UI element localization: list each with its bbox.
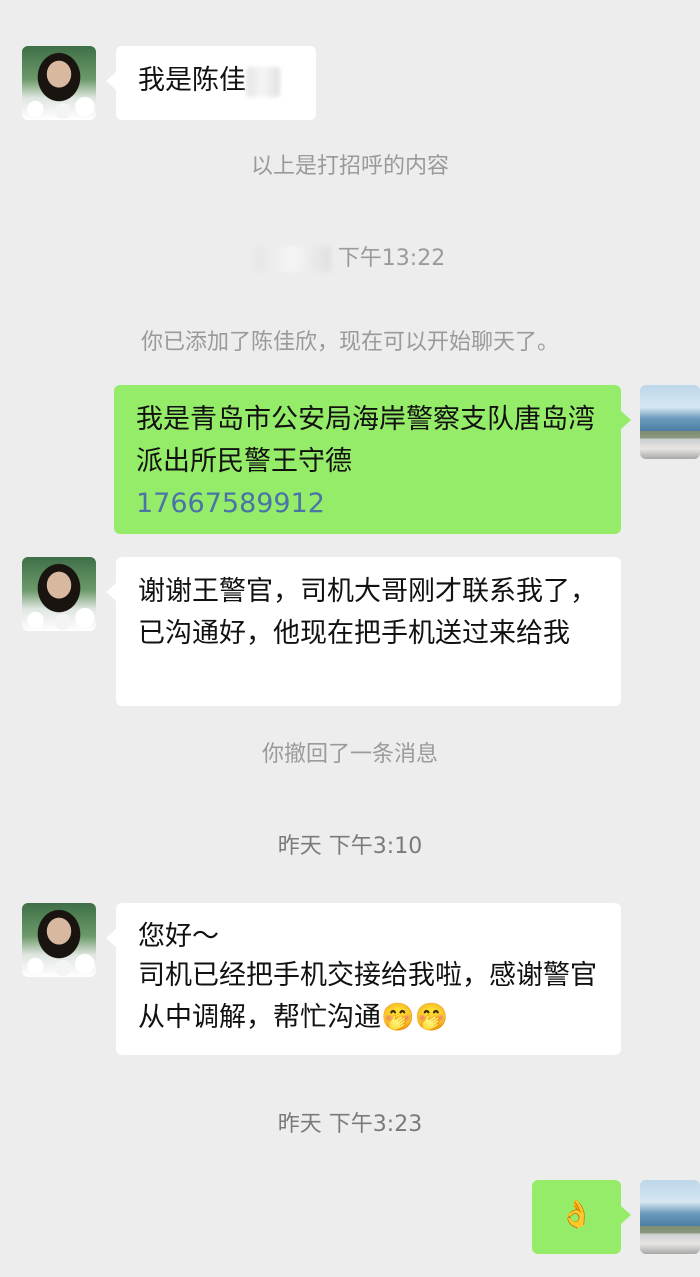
message-text-line2: 司机已经把手机交接给我啦，感谢警官从中调解，帮忙沟通 <box>138 960 597 1033</box>
timestamp: 昨天 下午3:23 <box>277 1112 423 1137</box>
ok-hand-icon: 👌 <box>559 1199 594 1230</box>
message-bubble-sent[interactable]: 👌 <box>532 1180 631 1254</box>
timestamp: 昨天 下午3:10 <box>277 834 423 859</box>
message-bubble-sent[interactable]: 我是青岛市公安局海岸警察支队唐岛湾派出所民警王守德 17667589912 <box>114 385 631 534</box>
message-bubble-received[interactable]: 我是陈佳 <box>106 46 316 120</box>
face-with-hand-over-mouth-icon: 🤭🤭 <box>381 1002 449 1033</box>
system-note-greeting: 以上是打招呼的内容 <box>250 154 449 179</box>
message-text: 谢谢王警官，司机大哥刚才联系我了，已沟通好，他现在把手机送过来给我 <box>138 576 597 649</box>
self-avatar[interactable] <box>640 1180 700 1254</box>
message-text-line1: 您好～ <box>138 921 219 952</box>
redacted-text <box>254 246 331 272</box>
message-bubble-received[interactable]: 谢谢王警官，司机大哥刚才联系我了，已沟通好，他现在把手机送过来给我 <box>106 557 621 706</box>
contact-avatar[interactable] <box>22 557 96 631</box>
self-avatar[interactable] <box>640 385 700 459</box>
system-note-recalled: 你撤回了一条消息 <box>261 742 438 767</box>
contact-avatar[interactable] <box>22 46 96 120</box>
message-text: 我是陈佳 <box>138 65 246 96</box>
timestamp: 下午13:22 <box>0 244 700 274</box>
message-text: 我是青岛市公安局海岸警察支队唐岛湾派出所民警王守德 <box>136 404 595 477</box>
redacted-text <box>246 66 280 97</box>
phone-number-link[interactable]: 17667589912 <box>136 483 599 525</box>
contact-avatar[interactable] <box>22 903 96 977</box>
message-bubble-received[interactable]: 您好～ 司机已经把手机交接给我啦，感谢警官从中调解，帮忙沟通🤭🤭 <box>106 903 621 1055</box>
system-note-added: 你已添加了陈佳欣，现在可以开始聊天了。 <box>140 330 559 355</box>
